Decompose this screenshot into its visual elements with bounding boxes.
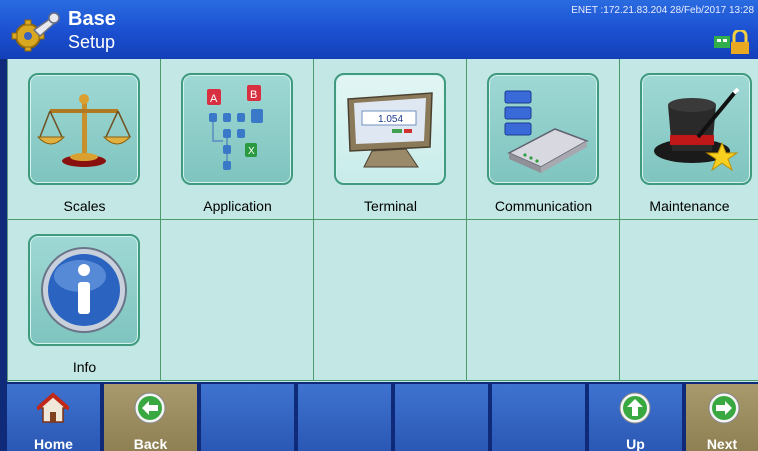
toolbar-blank-button[interactable] bbox=[298, 384, 391, 451]
tile-button[interactable] bbox=[640, 73, 752, 185]
back-button[interactable]: Back bbox=[104, 384, 197, 451]
balance-scale-icon bbox=[36, 94, 132, 167]
svg-text:1.054: 1.054 bbox=[378, 114, 403, 125]
tile-button[interactable] bbox=[28, 234, 140, 346]
svg-text:B: B bbox=[250, 89, 257, 101]
tile-label: Application bbox=[203, 198, 272, 214]
svg-text:A: A bbox=[210, 93, 218, 105]
tile-button[interactable] bbox=[487, 73, 599, 185]
empty-cell bbox=[314, 220, 467, 381]
home-button[interactable]: Home bbox=[7, 384, 100, 451]
bottom-toolbar: Home Back Up Next bbox=[7, 384, 758, 451]
tile-label: Maintenance bbox=[649, 198, 730, 214]
menu-grid: Scales A B X Application 1.054 Terminal … bbox=[7, 59, 758, 382]
page-title: Base bbox=[68, 8, 116, 30]
toolbar-blank-button[interactable] bbox=[395, 384, 488, 451]
menu-tile-terminal[interactable]: 1.054 Terminal bbox=[314, 59, 467, 220]
modem-icon bbox=[504, 90, 589, 173]
up-label: Up bbox=[626, 436, 645, 451]
tile-button[interactable] bbox=[28, 73, 140, 185]
menu-tile-communication[interactable]: Communication bbox=[467, 59, 620, 220]
header-bar: Base Setup ENET :172.21.83.204 28/Feb/20… bbox=[0, 0, 758, 59]
info-icon bbox=[41, 247, 127, 333]
empty-cell bbox=[620, 220, 758, 381]
tile-label: Info bbox=[72, 359, 97, 375]
next-button[interactable]: Next bbox=[686, 384, 758, 451]
menu-tile-maintenance[interactable]: Maintenance bbox=[620, 59, 758, 220]
tile-label: Terminal bbox=[364, 198, 417, 214]
menu-tile-scales[interactable]: Scales bbox=[8, 59, 161, 220]
tile-label: Communication bbox=[494, 198, 593, 214]
toolbar-blank-button[interactable] bbox=[492, 384, 585, 451]
home-icon bbox=[37, 392, 69, 423]
network-lock-icon bbox=[714, 30, 749, 54]
empty-cell bbox=[161, 220, 314, 381]
tile-button[interactable]: 1.054 bbox=[334, 73, 446, 185]
toolbar-blank-button[interactable] bbox=[201, 384, 294, 451]
up-button[interactable]: Up bbox=[589, 384, 682, 451]
home-label: Home bbox=[34, 436, 73, 451]
terminal-icon: 1.054 bbox=[347, 92, 433, 168]
tile-label: Scales bbox=[63, 198, 106, 214]
back-label: Back bbox=[133, 436, 168, 451]
magic-hat-icon bbox=[654, 87, 740, 172]
page-subtitle: Setup bbox=[68, 32, 116, 52]
arrow-right-icon bbox=[708, 392, 740, 424]
app-window: Base Setup ENET :172.21.83.204 28/Feb/20… bbox=[0, 0, 758, 451]
wrench-gear-icon bbox=[11, 12, 60, 52]
menu-tile-application[interactable]: A B X Application bbox=[161, 59, 314, 220]
menu-tile-info[interactable]: Info bbox=[8, 220, 161, 381]
arrow-up-icon bbox=[619, 392, 651, 424]
empty-cell bbox=[467, 220, 620, 381]
tile-button[interactable]: A B X bbox=[181, 73, 293, 185]
svg-text:X: X bbox=[248, 146, 255, 157]
arrow-left-icon bbox=[134, 392, 166, 424]
application-tree-icon: A B X bbox=[207, 85, 263, 170]
status-text: ENET :172.21.83.204 28/Feb/2017 13:28 bbox=[571, 5, 754, 16]
next-label: Next bbox=[706, 436, 738, 451]
